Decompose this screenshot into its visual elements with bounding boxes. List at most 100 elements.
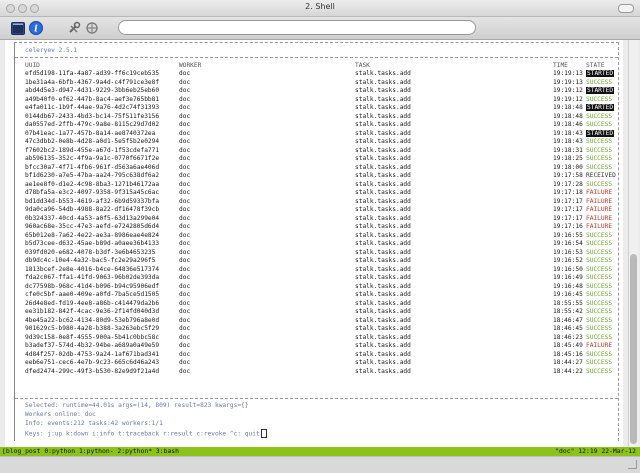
task-uuid: eeb6e751-cec6-4e7b-9c23-665c6d46a243 xyxy=(25,359,160,366)
task-worker: doc xyxy=(179,155,191,162)
workers-online: Workers online: doc xyxy=(25,411,96,418)
task-time: 19:19:13 xyxy=(553,70,583,77)
task-state: SUCCESS xyxy=(586,240,613,247)
task-state: SUCCESS xyxy=(586,367,613,375)
task-time: 18:55:55 xyxy=(553,299,583,307)
task-name: stalk.tasks.add xyxy=(355,112,411,120)
task-time: 19:18:43 xyxy=(553,129,583,137)
task-time: 19:17:28 xyxy=(553,180,583,188)
task-state: FAILURE xyxy=(586,197,613,205)
task-uuid: 9da0ca96-54db-4988-8a22-df16478f39cb xyxy=(25,206,160,213)
text-cursor xyxy=(260,429,267,438)
task-time: 18:55:42 xyxy=(553,308,583,315)
task-state: SUCCESS xyxy=(586,78,613,86)
task-name: stalk.tasks.add xyxy=(355,257,411,264)
task-uuid: a49b40f0-ef62-447b-8ac4-aef3e765bb81 xyxy=(25,95,160,103)
task-name: stalk.tasks.add xyxy=(355,146,411,154)
task-time: 19:18:46 xyxy=(553,121,583,128)
task-uuid: f7602bc2-189d-455e-a67d-1f53cdefa771 xyxy=(25,146,160,154)
task-worker: doc xyxy=(179,104,191,111)
task-name: stalk.tasks.add xyxy=(355,359,411,366)
task-name: stalk.tasks.add xyxy=(355,282,411,290)
resize-grip[interactable] xyxy=(628,460,637,469)
task-name: stalk.tasks.add xyxy=(355,121,411,128)
task-name: stalk.tasks.add xyxy=(355,138,411,145)
task-worker: doc xyxy=(179,308,191,315)
task-name: stalk.tasks.add xyxy=(355,350,411,358)
task-worker: doc xyxy=(179,180,191,188)
task-name: stalk.tasks.add xyxy=(355,104,411,111)
task-name: stalk.tasks.add xyxy=(355,299,411,307)
search-input[interactable] xyxy=(118,20,476,35)
terminal-pane[interactable]: celeryev 2.5.1 UUID WORKER TASK TIME STA… xyxy=(5,40,623,447)
host-clock: "doc" 12:19 22-Mar-12 xyxy=(555,447,636,455)
task-time: 19:17:17 xyxy=(553,206,583,213)
column-header-time: TIME xyxy=(553,62,568,69)
task-state: SUCCESS xyxy=(586,112,613,120)
task-uuid: 1813bcef-2e8e-4016-b4ce-64836e517374 xyxy=(25,265,160,273)
tools-icon[interactable] xyxy=(66,20,82,36)
task-uuid: 47c3dbb2-0e8b-4d28-a0d1-5e5f5b2e0294 xyxy=(25,138,160,145)
column-header-task: TASK xyxy=(355,62,370,69)
scrollbar-thumb[interactable] xyxy=(630,254,637,444)
task-worker: doc xyxy=(179,206,191,213)
task-state: STARTED xyxy=(586,104,615,111)
task-time: 19:16:49 xyxy=(553,274,583,281)
task-uuid: 9d39c158-0e8f-4555-900a-5b41c0bbc58c xyxy=(25,333,160,341)
task-time: 19:19:13 xyxy=(553,78,583,86)
task-state: FAILURE xyxy=(586,223,613,230)
task-uuid: bfcc30a7-4f71-4fb6-961f-d563a6ae406d xyxy=(25,163,160,171)
task-state: SUCCESS xyxy=(586,257,613,264)
task-time: 19:18:48 xyxy=(553,112,583,120)
task-state: SUCCESS xyxy=(586,299,613,307)
task-time: 18:45:16 xyxy=(553,350,583,358)
task-time: 19:17:17 xyxy=(553,214,583,222)
task-uuid: 4be45a22-bc62-4134-80d9-53eb796a8e0d xyxy=(25,316,160,324)
task-worker: doc xyxy=(179,274,191,281)
task-name: stalk.tasks.add xyxy=(355,155,411,162)
task-uuid: dfed2474-299c-49f3-b530-82e9d9f21a4d xyxy=(25,367,160,375)
task-worker: doc xyxy=(179,240,191,247)
task-worker: doc xyxy=(179,223,191,230)
task-time: 19:17:16 xyxy=(553,223,583,230)
task-name: stalk.tasks.add xyxy=(355,129,411,137)
task-name: stalk.tasks.add xyxy=(355,189,411,196)
terminal-window-icon[interactable] xyxy=(10,20,26,36)
task-uuid: efd5d198-11fa-4a87-ad39-ff6c19ceb535 xyxy=(25,70,160,77)
task-name: stalk.tasks.add xyxy=(355,325,411,332)
task-worker: doc xyxy=(179,350,191,358)
toolbar-toggle-button[interactable] xyxy=(618,4,634,13)
window-bottom-edge xyxy=(0,456,640,473)
task-uuid: 0144db67-2433-4bd3-bc14-75f511fe3156 xyxy=(25,112,160,120)
task-worker: doc xyxy=(179,129,191,137)
task-worker: doc xyxy=(179,291,191,298)
task-worker: doc xyxy=(179,316,191,324)
task-state: SUCCESS xyxy=(586,180,613,188)
vertical-scrollbar[interactable] xyxy=(628,40,638,447)
task-worker: doc xyxy=(179,189,191,196)
bookmark-icon[interactable] xyxy=(84,20,100,36)
selected-task-info: Selected: runtime=44.01s args=(14, 809) … xyxy=(25,402,249,409)
task-worker: doc xyxy=(179,163,191,171)
task-worker: doc xyxy=(179,342,191,349)
task-uuid: 65b012e8-7a62-4e22-ae3a-8986eae4e824 xyxy=(25,231,160,239)
task-state: SUCCESS xyxy=(586,265,613,273)
task-uuid: ee31b182-842f-4cac-9e36-2f14fd040d3d xyxy=(25,308,160,315)
task-name: stalk.tasks.add xyxy=(355,231,411,239)
task-row[interactable]: dfed2474-299c-49f3-b530-82e9d9f21a4d doc s… xyxy=(25,368,617,377)
task-state: SUCCESS xyxy=(586,325,613,332)
task-uuid: 26d4e8ed-fd19-4ee8-a86b-c414479da2b6 xyxy=(25,299,160,307)
task-time: 19:18:31 xyxy=(553,146,583,154)
window-titlebar: 2. Shell xyxy=(0,0,640,17)
task-uuid: ab596135-352c-4f9a-9a1c-0770f6671f2e xyxy=(25,155,160,162)
task-state: FAILURE xyxy=(586,206,613,213)
task-uuid: d78bfa5a-e3c2-4097-9358-9f315a45c6ac xyxy=(25,189,160,196)
task-worker: doc xyxy=(179,197,191,205)
task-time: 18:46:47 xyxy=(553,316,583,324)
info-icon[interactable]: i xyxy=(28,20,44,36)
task-worker: doc xyxy=(179,367,191,375)
task-uuid: 07b41eac-1a77-457b-8a14-ae8740372ea xyxy=(25,129,156,137)
task-uuid: 0b324337-40cd-4a53-a0f5-63d13a299e04 xyxy=(25,214,160,222)
task-time: 19:18:48 xyxy=(553,104,583,111)
task-name: stalk.tasks.add xyxy=(355,367,411,375)
